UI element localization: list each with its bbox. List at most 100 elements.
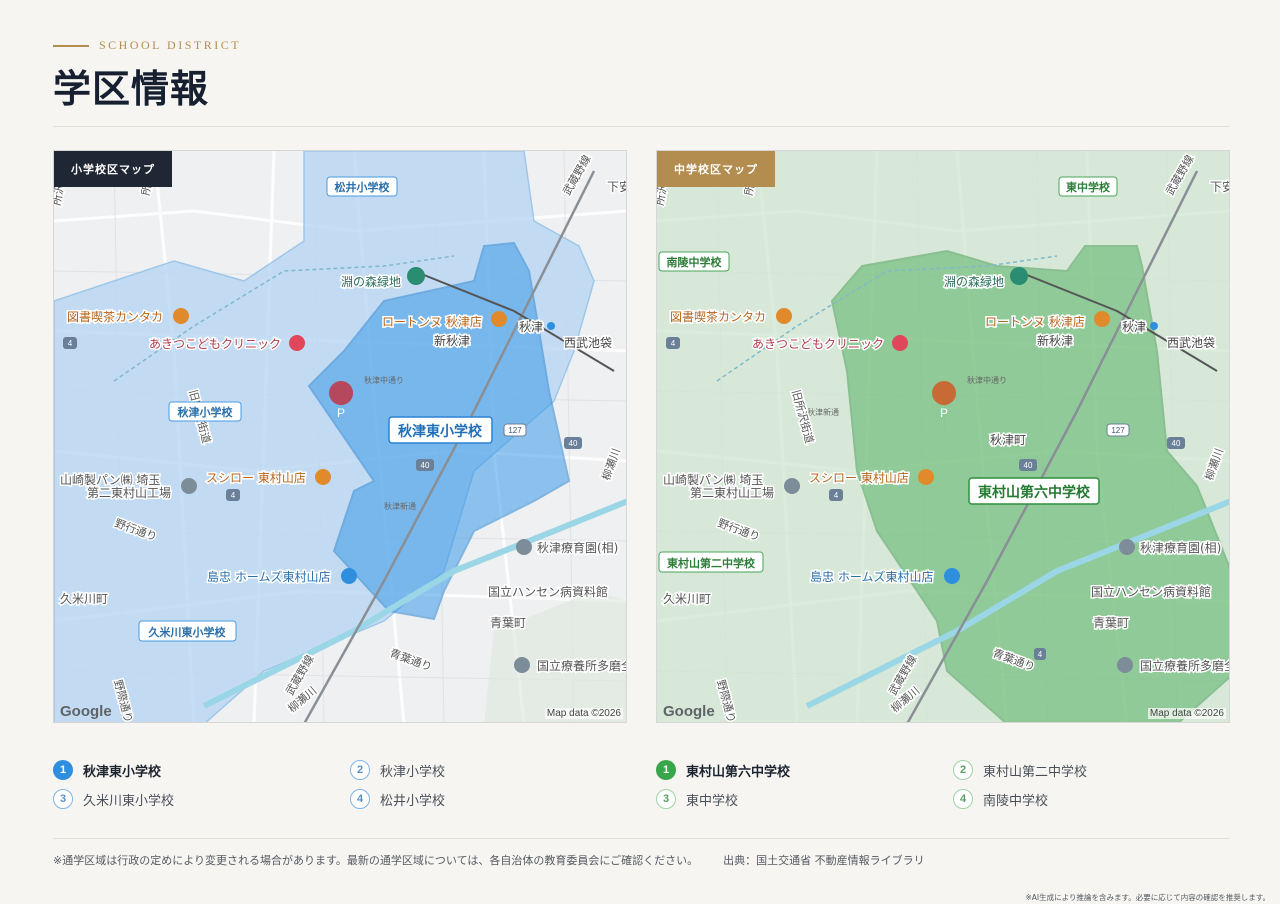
- school-badge-highlight[interactable]: 東村山第六中学校: [968, 477, 1100, 505]
- junior-map-canvas[interactable]: 4 4 40 40 127 4 P 淵の森緑地 図書喫茶カンタカ あきつこどもク…: [657, 151, 1230, 723]
- place-pin-icon[interactable]: [1119, 539, 1135, 555]
- cafe-icon[interactable]: [173, 308, 189, 324]
- page-title: 学区情報: [53, 66, 210, 111]
- legend-number: 2: [953, 760, 973, 780]
- map-label-town: 青葉町: [1093, 616, 1129, 630]
- legend-item[interactable]: 2 東村山第二中学校: [953, 760, 1087, 780]
- map-label-clinic: あきつこどもクリニック: [149, 337, 281, 351]
- source-credit: 出典：国土交通省 不動産情報ライブラリ: [723, 854, 925, 867]
- cafe-icon[interactable]: [776, 308, 792, 324]
- legend-label: 東村山第二中学校: [983, 764, 1088, 780]
- factory-pin-icon[interactable]: [784, 478, 800, 494]
- map-label-town: 秋津町: [990, 433, 1026, 447]
- footer-divider: [53, 838, 1230, 839]
- park-icon[interactable]: [407, 267, 425, 285]
- legend-number: 4: [350, 789, 370, 809]
- legend-item[interactable]: 3 東中学校: [656, 789, 738, 809]
- elementary-legend: 1 秋津東小学校 2 秋津小学校 3 久米川東小学校 4 松井小学校: [53, 758, 643, 818]
- map-label-park: 淵の森緑地: [944, 274, 1004, 289]
- map-label-station: 秋津: [519, 320, 543, 334]
- map-label-line: 西武池袋: [564, 336, 612, 350]
- map-label-town: 下安: [1210, 179, 1230, 194]
- svg-text:東村山第二中学校: 東村山第二中学校: [667, 556, 756, 570]
- svg-text:松井小学校: 松井小学校: [335, 180, 391, 194]
- svg-text:南陵中学校: 南陵中学校: [667, 255, 723, 269]
- map-label-place: 国立療養所多磨全: [1140, 658, 1230, 673]
- factory-pin-icon[interactable]: [181, 478, 197, 494]
- parking-pin-label: P: [337, 406, 345, 420]
- place-pin-icon[interactable]: [516, 539, 532, 555]
- google-logo: Google: [60, 703, 112, 720]
- legend-label: 秋津小学校: [380, 764, 446, 780]
- map-label-town: 青葉町: [490, 616, 526, 630]
- legend-label: 東中学校: [686, 793, 739, 809]
- map-label-town: 下安: [607, 179, 627, 194]
- svg-text:秋津小学校: 秋津小学校: [178, 405, 234, 419]
- section-eyebrow: SCHOOL DISTRICT: [53, 38, 241, 53]
- route-number: 4: [231, 491, 236, 500]
- map-label-restaurant: ロートンヌ 秋津店: [985, 315, 1085, 329]
- place-pin-icon[interactable]: [1117, 657, 1133, 673]
- elementary-map-tag: 小学校区マップ: [54, 151, 172, 187]
- eyebrow-text: SCHOOL DISTRICT: [99, 38, 242, 52]
- svg-text:久米川東小学校: 久米川東小学校: [149, 625, 227, 639]
- map-attribution[interactable]: Map data ©2026: [1147, 708, 1226, 719]
- restaurant-icon[interactable]: [315, 469, 331, 485]
- map-label-place: 秋津療育園(相): [537, 540, 618, 555]
- map-label-factory: 第二東村山工場: [690, 486, 774, 500]
- place-pin-icon[interactable]: [514, 657, 530, 673]
- junior-legend: 1 東村山第六中学校 2 東村山第二中学校 3 東中学校 4 南陵中学校: [656, 758, 1246, 818]
- route-number: 40: [1172, 439, 1181, 448]
- legend-label: 南陵中学校: [983, 793, 1049, 809]
- legend-number: 3: [53, 789, 73, 809]
- map-label-street: 秋津新通: [384, 501, 416, 511]
- school-badge-daini[interactable]: 東村山第二中学校: [658, 551, 764, 573]
- junior-map-tag: 中学校区マップ: [657, 151, 775, 187]
- junior-district-map[interactable]: 中学校区マップ 4 4 40 40 127 4 P 淵の森緑地 図書喫茶カンタカ…: [656, 150, 1230, 723]
- legend-item[interactable]: 2 秋津小学校: [350, 760, 445, 780]
- restaurant-icon[interactable]: [1094, 311, 1110, 327]
- route-number: 4: [834, 491, 839, 500]
- legend-number: 1: [53, 760, 73, 780]
- shop-icon[interactable]: [341, 568, 357, 584]
- shop-icon[interactable]: [944, 568, 960, 584]
- route-number: 127: [1111, 426, 1125, 435]
- school-badge-matsui[interactable]: 松井小学校: [326, 176, 398, 197]
- map-label-line: 西武池袋: [1167, 336, 1215, 350]
- footer-note: ※通学区域は行政の定めにより変更される場合があります。最新の通学区域については、…: [53, 852, 925, 868]
- map-label-town: 久米川町: [663, 592, 711, 606]
- school-badge-akitsu[interactable]: 秋津小学校: [168, 401, 242, 422]
- station-icon[interactable]: [547, 322, 555, 330]
- map-label-clinic: あきつこどもクリニック: [752, 337, 884, 351]
- restaurant-icon[interactable]: [491, 311, 507, 327]
- legend-number: 3: [656, 789, 676, 809]
- elementary-map-canvas[interactable]: 4 4 40 40 127 P 淵の森緑地 図書喫茶カンタカ あきつこどもクリニ…: [54, 151, 627, 723]
- legend-label: 秋津東小学校: [83, 764, 162, 780]
- clinic-icon[interactable]: [289, 335, 305, 351]
- route-number: 40: [1024, 461, 1033, 470]
- map-label-town: 久米川町: [60, 592, 108, 606]
- route-number: 127: [508, 426, 522, 435]
- school-badge-kumegawa[interactable]: 久米川東小学校: [138, 620, 237, 642]
- school-badge-nanryo[interactable]: 南陵中学校: [658, 251, 730, 272]
- legend-item[interactable]: 1 秋津東小学校: [53, 760, 161, 780]
- elementary-district-map[interactable]: 小学校区マップ 4 4 40 40 127 P 淵の森緑地 図書喫茶カンタカ あ…: [53, 150, 627, 723]
- legend-item[interactable]: 1 東村山第六中学校: [656, 760, 790, 780]
- school-badge-highlight[interactable]: 秋津東小学校: [388, 416, 493, 444]
- map-attribution[interactable]: Map data ©2026: [544, 708, 623, 719]
- clinic-icon[interactable]: [892, 335, 908, 351]
- map-label-cafe: 図書喫茶カンタカ: [67, 309, 163, 324]
- map-label-station: 新秋津: [1037, 333, 1073, 348]
- map-label-restaurant: スシロー 東村山店: [809, 471, 909, 485]
- legend-label: 久米川東小学校: [83, 793, 175, 809]
- map-label-place: 秋津療育園(相): [1140, 540, 1221, 555]
- map-label-restaurant: ロートンヌ 秋津店: [382, 315, 482, 329]
- legend-item[interactable]: 4 南陵中学校: [953, 789, 1048, 809]
- restaurant-icon[interactable]: [918, 469, 934, 485]
- school-badge-higashi[interactable]: 東中学校: [1058, 176, 1118, 197]
- legend-item[interactable]: 4 松井小学校: [350, 789, 445, 809]
- legend-item[interactable]: 3 久米川東小学校: [53, 789, 174, 809]
- legend-label: 東村山第六中学校: [686, 764, 791, 780]
- station-icon[interactable]: [1150, 322, 1158, 330]
- park-icon[interactable]: [1010, 267, 1028, 285]
